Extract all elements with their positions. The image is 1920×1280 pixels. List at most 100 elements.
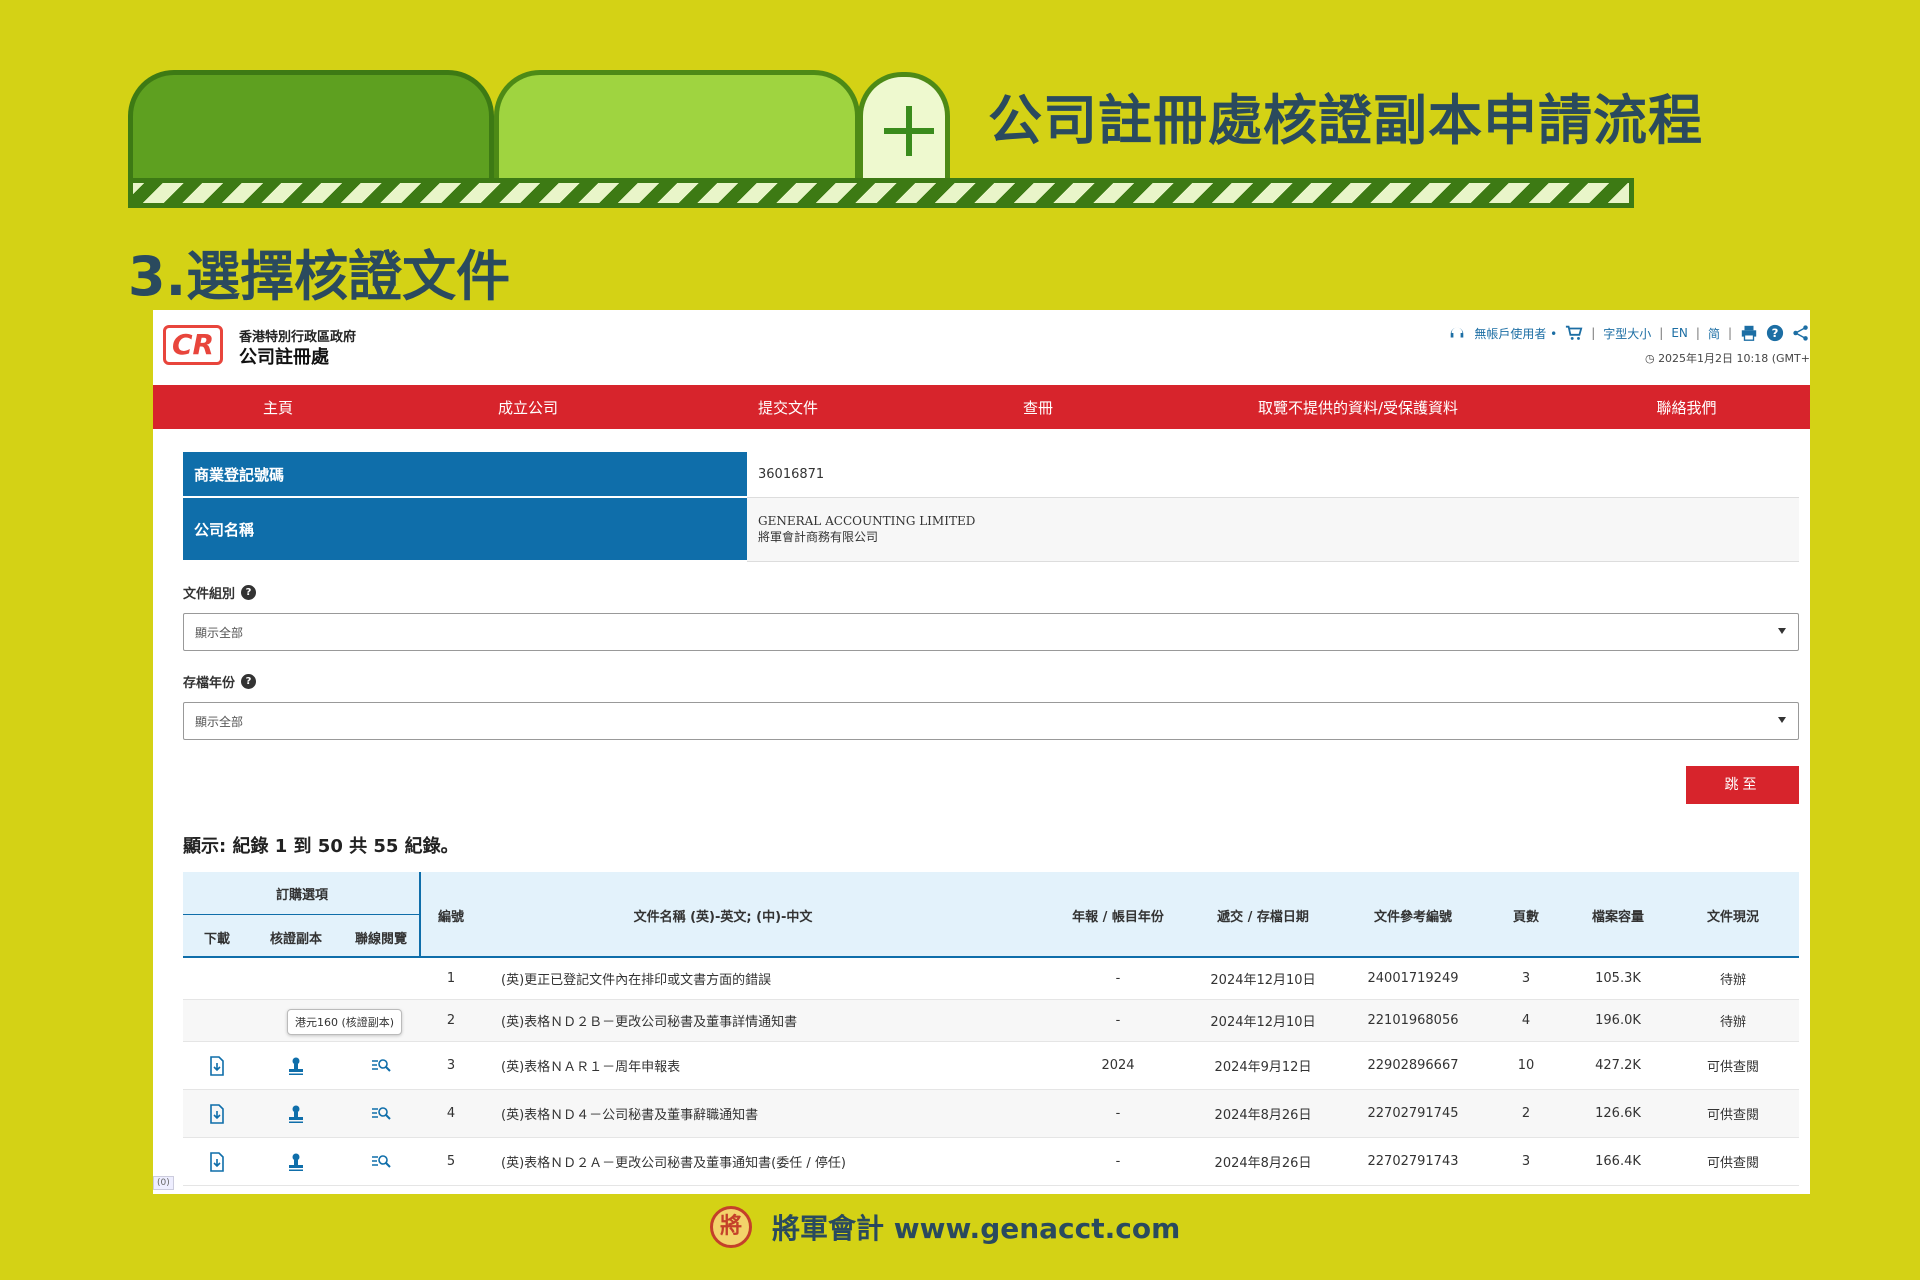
certified-copy-button[interactable] <box>251 1090 341 1137</box>
table-header: 訂購選項 下載 核證副本 聯線閱覽 編號 文件名稱 (英)-英文; (中)-中文… <box>183 872 1799 958</box>
table-row[interactable]: 4 (英)表格ＮＤ４－公司秘書及董事辭職通知書 - 2024年8月26日 227… <box>183 1090 1799 1138</box>
nav-item-contact[interactable]: 聯絡我們 <box>1563 397 1810 418</box>
step-title: 3.選擇核證文件 <box>128 245 511 308</box>
order-options-header: 訂購選項 <box>275 888 328 903</box>
row-no: 3 <box>446 1058 456 1073</box>
download-doc-icon <box>210 1151 224 1172</box>
main-nav: 主頁 成立公司 提交文件 查冊 取覽不提供的資料/受保護資料 聯絡我們 <box>153 385 1810 429</box>
search-list-icon <box>372 1106 391 1120</box>
help-icon[interactable]: ? <box>241 674 257 689</box>
dropdown-arrow-icon <box>1778 717 1786 723</box>
certified-copy-button[interactable] <box>251 1042 341 1089</box>
row-size: 105.3K <box>1595 971 1641 986</box>
row-doc-name: (英)表格ＮＡＲ１－周年申報表 <box>501 1060 681 1075</box>
row-no: 5 <box>446 1154 456 1169</box>
lang-en-link[interactable]: EN <box>1671 326 1688 340</box>
footer-text: 將軍會計 www.genacct.com <box>772 1212 1181 1245</box>
download-doc-icon <box>210 1055 224 1076</box>
online-view-button[interactable] <box>341 1138 421 1185</box>
doc-group-value: 顯示全部 <box>195 625 244 640</box>
row-status: 待辦 <box>1719 973 1746 988</box>
row-no: 4 <box>446 1106 456 1121</box>
datetime-line: ◷ 2025年1月2日 10:18 (GMT+ <box>1645 350 1810 366</box>
row-date: 2024年8月26日 <box>1214 1156 1312 1171</box>
nav-item-submit[interactable]: 提交文件 <box>653 397 923 418</box>
user-status[interactable]: 無帳戶使用者 • <box>1474 325 1557 342</box>
striped-bar <box>128 178 1634 208</box>
company-info: 商業登記號碼 36016871 公司名稱 GENERAL ACCOUNTING … <box>183 452 1799 562</box>
seal-logo-icon: 將 <box>710 1206 752 1248</box>
row-ref: 24001719249 <box>1367 971 1459 986</box>
company-name-row: 公司名稱 GENERAL ACCOUNTING LIMITED 將軍會計商務有限… <box>183 498 1799 562</box>
search-list-icon <box>372 1058 391 1072</box>
company-name-label: 公司名稱 <box>183 498 747 562</box>
download-button[interactable] <box>183 1042 251 1089</box>
nav-item-restricted[interactable]: 取覽不提供的資料/受保護資料 <box>1153 397 1563 418</box>
cart-icon[interactable] <box>1565 324 1583 342</box>
table-row[interactable]: 3 (英)表格ＮＡＲ１－周年申報表 2024 2024年9月12日 229028… <box>183 1042 1799 1090</box>
row-doc-name: (英)表格ＮＤ４－公司秘書及董事辭職通知書 <box>501 1108 759 1123</box>
col-download-header: 下載 <box>203 932 230 947</box>
nav-item-home[interactable]: 主頁 <box>153 397 403 418</box>
help-icon[interactable]: ? <box>241 585 257 600</box>
col-online-header: 聯線閱覽 <box>354 932 407 947</box>
go-button[interactable]: 跳至 <box>1686 766 1799 804</box>
row-year: 2024 <box>1101 1058 1135 1073</box>
col-date-header: 遞交 / 存檔日期 <box>1217 910 1309 925</box>
row-no: 1 <box>446 971 456 986</box>
headset-icon[interactable] <box>1448 324 1466 342</box>
row-pages: 4 <box>1521 1013 1531 1028</box>
online-view-button[interactable] <box>341 1042 421 1089</box>
documents-table: 訂購選項 下載 核證副本 聯線閱覽 編號 文件名稱 (英)-英文; (中)-中文… <box>183 872 1799 1186</box>
slide-title: 公司註冊處核證副本申請流程 <box>988 89 1703 152</box>
print-icon[interactable] <box>1740 324 1758 342</box>
row-size: 196.0K <box>1595 1013 1641 1028</box>
col-year-header: 年報 / 帳目年份 <box>1072 910 1164 925</box>
cr-logo[interactable]: CR <box>163 325 223 365</box>
row-status: 可供查閱 <box>1706 1060 1759 1075</box>
table-row[interactable]: 1 (英)更正已登記文件內在排印或文書方面的錯誤 - 2024年12月10日 2… <box>183 958 1799 1000</box>
utility-bar: 無帳戶使用者 • | 字型大小 | EN | 简 | ? <box>1448 324 1810 342</box>
table-row[interactable]: 5 (英)表格ＮＤ２Ａ－更改公司秘書及董事通知書(委任 / 停任) - 2024… <box>183 1138 1799 1186</box>
row-date: 2024年12月10日 <box>1210 973 1316 988</box>
col-status-header: 文件現況 <box>1706 910 1759 925</box>
folder-tab-plus <box>858 72 950 182</box>
font-size-link[interactable]: 字型大小 <box>1603 325 1651 342</box>
brn-row: 商業登記號碼 36016871 <box>183 452 1799 498</box>
year-label: 存檔年份 <box>183 676 236 691</box>
col-name-header: 文件名稱 (英)-英文; (中)-中文 <box>633 910 813 925</box>
row-status: 待辦 <box>1719 1015 1746 1030</box>
online-view-button[interactable] <box>341 1090 421 1137</box>
lang-sc-link[interactable]: 简 <box>1708 325 1720 342</box>
row-pages: 2 <box>1521 1106 1531 1121</box>
price-tooltip: 港元160 (核證副本) <box>287 1009 403 1035</box>
nav-item-search[interactable]: 查冊 <box>923 397 1153 418</box>
share-icon[interactable] <box>1792 324 1810 342</box>
col-certified-header: 核證副本 <box>269 932 322 947</box>
row-year: - <box>1115 1013 1121 1028</box>
row-doc-name: (英)表格ＮＤ２Ｂ－更改公司秘書及董事詳情通知書 <box>501 1015 798 1030</box>
datetime: 2025年1月2日 10:18 (GMT+ <box>1658 352 1810 365</box>
row-size: 427.2K <box>1595 1058 1641 1073</box>
row-pages: 3 <box>1521 971 1531 986</box>
corner-badge: (0) <box>153 1176 174 1190</box>
download-button[interactable] <box>183 1090 251 1137</box>
year-label-wrap: 存檔年份 ? <box>183 672 257 691</box>
org-name-line2: 公司註冊處 <box>239 347 329 368</box>
plus-icon <box>881 103 937 159</box>
doc-group-label-wrap: 文件組別 ? <box>183 583 257 602</box>
year-select[interactable]: 顯示全部 <box>183 702 1799 740</box>
row-year: - <box>1115 1154 1121 1169</box>
stamp-icon <box>289 1057 303 1075</box>
site-header: CR 香港特別行政區政府 公司註冊處 無帳戶使用者 • | 字型大小 | EN … <box>153 310 1810 385</box>
row-date: 2024年12月10日 <box>1210 1015 1316 1030</box>
certified-copy-button[interactable] <box>251 1138 341 1185</box>
stamp-icon <box>289 1105 303 1123</box>
doc-group-select[interactable]: 顯示全部 <box>183 613 1799 651</box>
download-button[interactable] <box>183 1138 251 1185</box>
help-icon[interactable]: ? <box>1766 324 1784 342</box>
nav-item-incorporate[interactable]: 成立公司 <box>403 397 653 418</box>
row-year: - <box>1115 1106 1121 1121</box>
table-row[interactable]: 2 (英)表格ＮＤ２Ｂ－更改公司秘書及董事詳情通知書 - 2024年12月10日… <box>183 1000 1799 1042</box>
col-ref-header: 文件參考編號 <box>1373 910 1452 925</box>
